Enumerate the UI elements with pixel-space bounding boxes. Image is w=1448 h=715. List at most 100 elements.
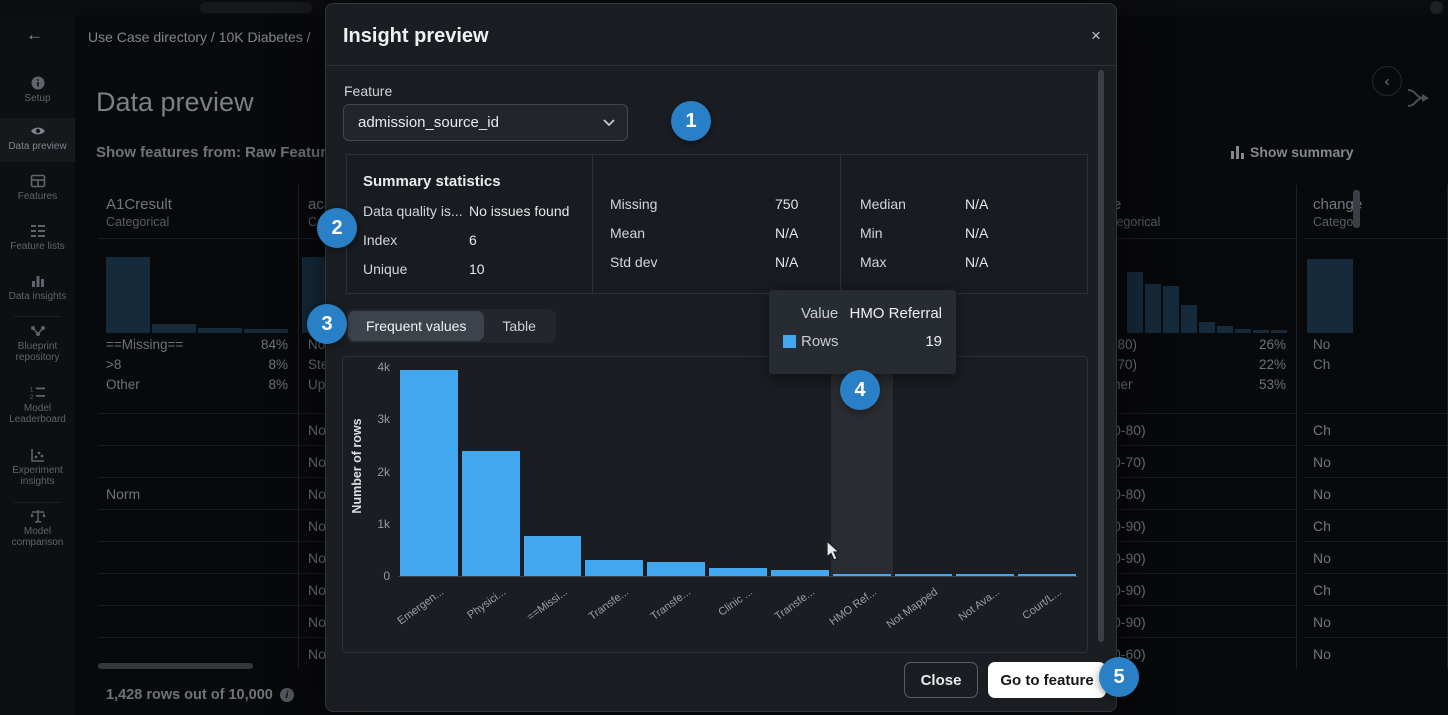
collapse-panel-button[interactable]: ‹ (1372, 66, 1402, 96)
chart-bar[interactable] (400, 370, 458, 576)
scale-icon (30, 508, 46, 524)
sidebar-item-label: Data preview (0, 139, 75, 152)
table-row: 0-90) (1105, 509, 1296, 541)
table-row (98, 413, 298, 445)
top-search-pill[interactable] (200, 2, 312, 13)
summary-stat-row: Data quality is...No issues found (363, 203, 593, 219)
mini-histogram-bar (198, 328, 242, 333)
sidebar-item-data-preview[interactable]: Data preview (0, 118, 75, 162)
sidebar-item-data-insights[interactable]: Data insights (0, 268, 75, 312)
column-stat-row: No (1313, 337, 1437, 357)
summary-stat-label: Data quality is... (363, 203, 463, 219)
summary-stat-label: Unique (363, 261, 407, 277)
column-header-divider (1305, 238, 1447, 239)
mini-histogram-bar (1199, 322, 1215, 333)
chart-bar[interactable] (709, 568, 767, 576)
summary-bars-icon (1231, 146, 1244, 159)
column-stat-row: -70)22% (1113, 357, 1286, 377)
table-column-col_age: etegorical-80)26%-70)22%her53%0-80)0-70)… (1105, 185, 1297, 669)
ranked-list-icon: 12 (30, 385, 46, 401)
summary-stat-value: 10 (469, 261, 485, 277)
sidebar-item-experiment-insights[interactable]: Experiment insights (0, 442, 75, 498)
sidebar-item-features[interactable]: Features (0, 168, 75, 212)
summary-stat-row: Std devN/A (610, 254, 840, 270)
mini-histogram-bar (1253, 330, 1269, 333)
info-icon[interactable]: i (280, 688, 294, 702)
frequent-values-chart: Number of rows 01k2k3k4k Emergen...Physi… (342, 356, 1088, 653)
table-row: No (1305, 477, 1447, 509)
sidebar-item-label: Model comparison (0, 524, 75, 548)
summary-divider (840, 155, 841, 293)
table-row (98, 445, 298, 477)
table-row (98, 573, 298, 605)
sidebar-item-model-comparison[interactable]: Model comparison (0, 503, 75, 559)
sidebar-item-setup[interactable]: Setup (0, 70, 75, 114)
sidebar-item-blueprint-repository[interactable]: Blueprint repository (0, 318, 75, 374)
close-icon[interactable]: × (1084, 24, 1108, 48)
summary-stat-label: Mean (610, 225, 645, 241)
tooltip-series-swatch (783, 335, 796, 348)
page-title: Data preview (96, 87, 254, 118)
table-row: No (1305, 445, 1447, 477)
stat-label: ==Missing== (106, 337, 183, 352)
summary-stat-value: N/A (775, 254, 798, 270)
show-summary-label: Show summary (1250, 144, 1353, 160)
mini-histogram-bar (1127, 272, 1143, 333)
mini-histogram-bar (1307, 259, 1353, 333)
x-axis-line (398, 576, 1078, 577)
column-stat-row: her53% (1113, 377, 1286, 397)
chart-tooltip: Value HMO Referral Rows 19 (769, 290, 956, 374)
sidebar-item-model-leaderboard[interactable]: 12Model Leaderboard (0, 380, 75, 436)
tab-frequent-values[interactable]: Frequent values (348, 311, 484, 341)
chart-bar[interactable] (585, 560, 643, 576)
mini-histogram-bar (244, 329, 288, 334)
modal-header-divider (326, 65, 1116, 66)
vertical-scrollbar[interactable] (1353, 190, 1360, 228)
y-tick-label: 2k (350, 465, 390, 479)
go-to-feature-button[interactable]: Go to feature (988, 662, 1106, 698)
grid-icon (30, 173, 46, 189)
insight-tabs: Frequent valuesTable (346, 309, 556, 343)
table-row: No (1305, 605, 1447, 637)
tooltip-value-label: Value (801, 305, 838, 322)
sidebar-item-feature-lists[interactable]: Feature lists (0, 218, 75, 262)
summary-heading: Summary statistics (363, 173, 501, 190)
table-row (98, 605, 298, 637)
table-row (98, 541, 298, 573)
merge-branch-icon[interactable] (1406, 87, 1432, 109)
column-stat-row: ==Missing==84% (106, 337, 288, 357)
chevron-down-icon (603, 119, 615, 126)
column-header-divider (1105, 238, 1296, 239)
summary-stat-label: Index (363, 232, 397, 248)
avatar[interactable] (1430, 1, 1443, 14)
features-from-label[interactable]: Show features from: Raw Feature (96, 144, 334, 161)
horizontal-scrollbar[interactable] (98, 663, 253, 669)
table-row: 0-80) (1105, 413, 1296, 445)
summary-stat-row: MedianN/A (860, 196, 1090, 212)
sidebar-item-label: Features (0, 189, 75, 202)
y-tick-label: 3k (350, 412, 390, 426)
back-arrow-icon: ← (26, 25, 43, 45)
summary-stat-row: MaxN/A (860, 254, 1090, 270)
chart-bar[interactable] (524, 536, 582, 576)
y-tick-label: 1k (350, 517, 390, 531)
chart-bar[interactable] (462, 451, 520, 576)
modal-scrollbar[interactable] (1098, 70, 1104, 642)
summary-stat-label: Min (860, 225, 883, 241)
annotation-badge-5: 5 (1099, 657, 1139, 697)
tooltip-rows-label: Rows (801, 333, 839, 350)
rows-count-label: 1,428 rows out of 10,000 (106, 687, 273, 703)
stat-label: Up (308, 377, 325, 392)
feature-select[interactable]: admission_source_id (343, 104, 628, 141)
summary-stat-row: Missing750 (610, 196, 840, 212)
eye-icon (30, 123, 46, 139)
annotation-badge-3: 3 (307, 304, 347, 344)
breadcrumb[interactable]: Use Case directory / 10K Diabetes / (88, 29, 311, 45)
back-button[interactable]: ← (0, 15, 75, 61)
table-row: Ch (1305, 573, 1447, 605)
mini-histogram-bar (1217, 326, 1233, 333)
show-summary-button[interactable]: Show summary (1231, 144, 1353, 160)
close-button[interactable]: Close (904, 662, 978, 698)
tab-table[interactable]: Table (484, 311, 553, 341)
chart-bar[interactable] (647, 562, 705, 576)
